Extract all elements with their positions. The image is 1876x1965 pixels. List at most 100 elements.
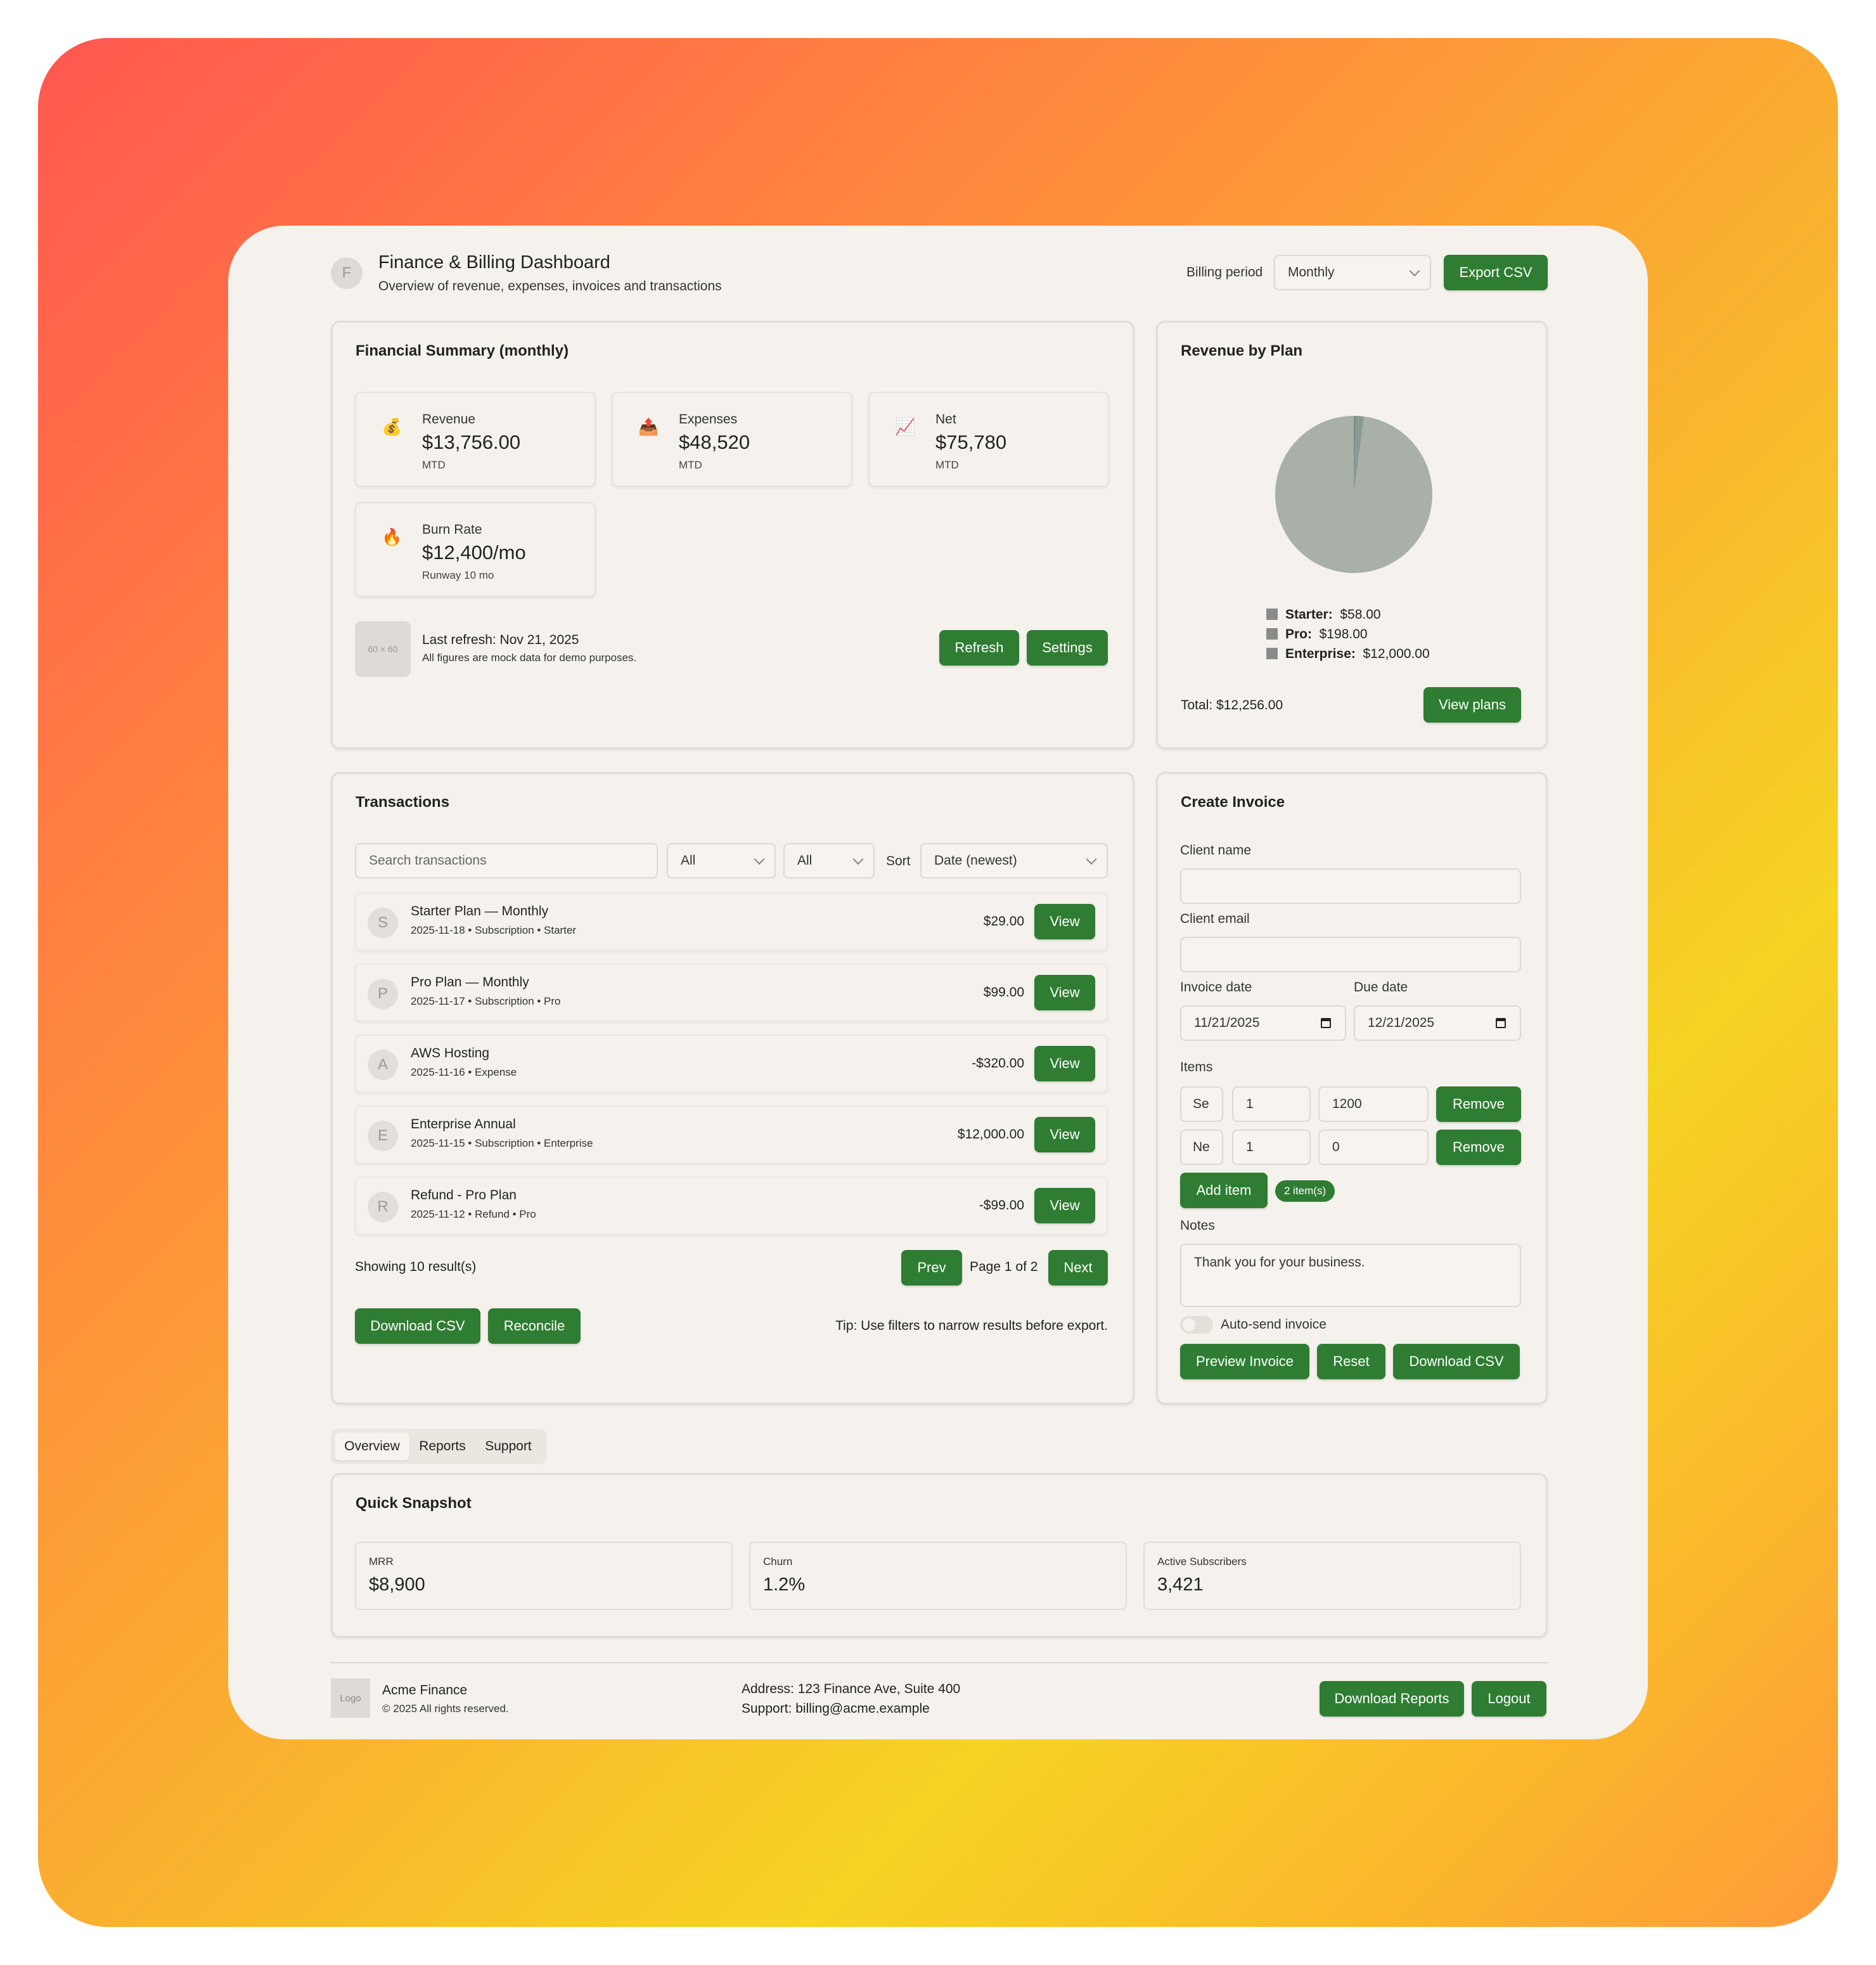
filter-plan-value: All bbox=[797, 853, 813, 868]
item-quantity-input[interactable]: 1 bbox=[1232, 1130, 1311, 1165]
filter-plan-select[interactable]: All bbox=[783, 843, 875, 879]
stat-value: $48,520 bbox=[679, 431, 750, 453]
legend-name: Enterprise: bbox=[1285, 647, 1356, 661]
item-description-input[interactable]: Se bbox=[1180, 1086, 1223, 1122]
download-reports-button[interactable]: Download Reports bbox=[1320, 1681, 1464, 1717]
legend-value: $198.00 bbox=[1319, 627, 1368, 641]
stat-value: $12,400/mo bbox=[422, 541, 526, 564]
copyright: © 2025 All rights reserved. bbox=[382, 1703, 509, 1715]
snapshot-card-mrr: MRR $8,900 bbox=[355, 1542, 733, 1610]
view-transaction-button[interactable]: View bbox=[1034, 975, 1095, 1010]
snapshot-label: Active Subscribers bbox=[1157, 1556, 1247, 1568]
download-invoice-csv-button[interactable]: Download CSV bbox=[1393, 1344, 1520, 1379]
financial-summary-title: Financial Summary (monthly) bbox=[356, 342, 569, 359]
due-date-input[interactable]: 12/21/2025 bbox=[1354, 1005, 1521, 1041]
image-placeholder: 60 × 60 bbox=[355, 621, 411, 677]
quick-snapshot-title: Quick Snapshot bbox=[356, 1495, 472, 1512]
filter-type-value: All bbox=[681, 853, 696, 868]
results-count: Showing 10 result(s) bbox=[355, 1260, 477, 1274]
stat-label: Net bbox=[935, 412, 956, 427]
transaction-row: P Pro Plan — Monthly 2025-11-17 • Subscr… bbox=[355, 963, 1108, 1022]
transaction-avatar: A bbox=[368, 1050, 398, 1080]
preview-invoice-button[interactable]: Preview Invoice bbox=[1180, 1344, 1309, 1379]
next-page-button[interactable]: Next bbox=[1048, 1250, 1108, 1285]
footer-support: Support: billing@acme.example bbox=[742, 1701, 930, 1716]
footer-logo: Logo bbox=[331, 1678, 370, 1718]
export-csv-button[interactable]: Export CSV bbox=[1444, 255, 1548, 290]
download-csv-button[interactable]: Download CSV bbox=[355, 1308, 480, 1344]
view-transaction-button[interactable]: View bbox=[1034, 1046, 1095, 1081]
item-quantity-value: 1 bbox=[1246, 1140, 1254, 1154]
item-price-input[interactable]: 0 bbox=[1318, 1130, 1429, 1165]
notes-label: Notes bbox=[1180, 1218, 1215, 1233]
view-transaction-button[interactable]: View bbox=[1034, 904, 1095, 939]
search-transactions-input[interactable]: Search transactions bbox=[355, 843, 658, 879]
view-transaction-button[interactable]: View bbox=[1034, 1188, 1095, 1223]
view-plans-button[interactable]: View plans bbox=[1423, 687, 1521, 723]
stat-value: $75,780 bbox=[935, 431, 1007, 453]
money-bag-icon: 💰 bbox=[382, 417, 402, 436]
client-name-input[interactable] bbox=[1180, 868, 1521, 904]
chart-up-icon: 📈 bbox=[895, 417, 916, 436]
last-refresh-text: Last refresh: Nov 21, 2025 bbox=[422, 633, 579, 647]
reset-button[interactable]: Reset bbox=[1317, 1344, 1385, 1379]
legend-swatch bbox=[1266, 648, 1278, 659]
filter-type-select[interactable]: All bbox=[667, 843, 776, 879]
logout-button[interactable]: Logout bbox=[1472, 1681, 1546, 1717]
calendar-icon bbox=[1496, 1018, 1506, 1028]
snapshot-label: Churn bbox=[763, 1556, 793, 1568]
item-count-badge: 2 item(s) bbox=[1275, 1180, 1335, 1202]
snapshot-value: 3,421 bbox=[1157, 1575, 1204, 1595]
transactions-title: Transactions bbox=[356, 794, 450, 811]
sort-select[interactable]: Date (newest) bbox=[920, 843, 1108, 879]
stat-card-expenses: 📤 Expenses $48,520 MTD bbox=[612, 392, 852, 487]
revenue-pie-chart bbox=[1275, 416, 1432, 573]
due-date-value: 12/21/2025 bbox=[1368, 1015, 1435, 1030]
transaction-title: Pro Plan — Monthly bbox=[411, 975, 529, 989]
tab-reports[interactable]: Reports bbox=[412, 1433, 473, 1460]
tab-support[interactable]: Support bbox=[477, 1433, 540, 1460]
prev-page-button[interactable]: Prev bbox=[901, 1250, 962, 1285]
item-price-input[interactable]: 1200 bbox=[1318, 1086, 1429, 1122]
pie-slice-enterprise bbox=[1275, 416, 1432, 573]
transaction-avatar: R bbox=[368, 1192, 398, 1222]
transaction-amount: $12,000.00 bbox=[957, 1127, 1024, 1142]
settings-button[interactable]: Settings bbox=[1027, 630, 1108, 666]
client-email-input[interactable] bbox=[1180, 937, 1521, 972]
item-price-value: 0 bbox=[1332, 1140, 1340, 1154]
legend-item-starter: Starter: $58.00 bbox=[1266, 607, 1381, 622]
billing-period-select[interactable]: Monthly bbox=[1274, 255, 1431, 290]
add-item-button[interactable]: Add item bbox=[1180, 1173, 1268, 1208]
refresh-button[interactable]: Refresh bbox=[939, 630, 1019, 666]
company-name: Acme Finance bbox=[382, 1683, 468, 1698]
billing-period-value: Monthly bbox=[1288, 265, 1335, 280]
page-title: Finance & Billing Dashboard bbox=[378, 252, 610, 273]
mock-data-note: All figures are mock data for demo purpo… bbox=[422, 652, 637, 664]
stat-value: $13,756.00 bbox=[422, 431, 521, 453]
legend-value: $12,000.00 bbox=[1363, 647, 1430, 661]
calendar-icon bbox=[1321, 1018, 1331, 1028]
notes-textarea[interactable]: Thank you for your business. bbox=[1180, 1244, 1521, 1307]
create-invoice-title: Create Invoice bbox=[1181, 794, 1285, 811]
item-price-value: 1200 bbox=[1332, 1097, 1362, 1111]
invoice-date-input[interactable]: 11/21/2025 bbox=[1180, 1005, 1346, 1041]
reconcile-button[interactable]: Reconcile bbox=[488, 1308, 581, 1344]
auto-send-toggle[interactable] bbox=[1180, 1316, 1213, 1334]
transaction-meta: 2025-11-16 • Expense bbox=[411, 1066, 517, 1078]
legend-value: $58.00 bbox=[1340, 607, 1381, 622]
transaction-meta: 2025-11-12 • Refund • Pro bbox=[411, 1208, 536, 1220]
tab-overview[interactable]: Overview bbox=[335, 1433, 409, 1460]
stat-card-burn-rate: 🔥 Burn Rate $12,400/mo Runway 10 mo bbox=[355, 502, 596, 597]
snapshot-card-churn: Churn 1.2% bbox=[749, 1542, 1127, 1610]
transaction-title: Starter Plan — Monthly bbox=[411, 904, 549, 918]
item-quantity-input[interactable]: 1 bbox=[1232, 1086, 1311, 1122]
chevron-down-icon bbox=[1409, 266, 1420, 277]
item-description-input[interactable]: Ne bbox=[1180, 1130, 1223, 1165]
transaction-row: A AWS Hosting 2025-11-16 • Expense -$320… bbox=[355, 1034, 1108, 1093]
remove-item-button[interactable]: Remove bbox=[1436, 1130, 1521, 1165]
view-transaction-button[interactable]: View bbox=[1034, 1117, 1095, 1152]
remove-item-button[interactable]: Remove bbox=[1436, 1086, 1521, 1122]
page-info: Page 1 of 2 bbox=[970, 1260, 1038, 1274]
transaction-meta: 2025-11-17 • Subscription • Pro bbox=[411, 995, 561, 1007]
transaction-amount: $99.00 bbox=[983, 985, 1024, 1000]
